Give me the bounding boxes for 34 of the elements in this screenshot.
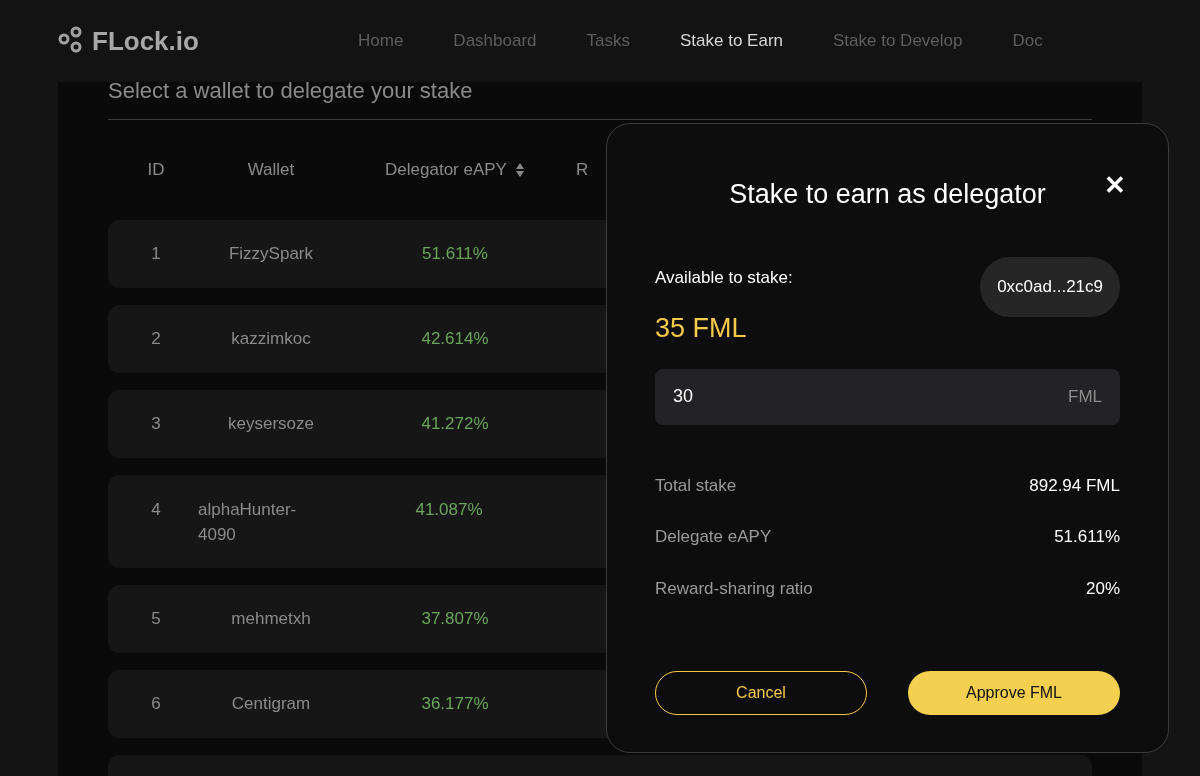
eapy-cell-text: 42.614% bbox=[420, 328, 490, 351]
stat-value: 20% bbox=[1085, 577, 1120, 600]
eapy-cell-text: 41.272% bbox=[420, 413, 490, 436]
column-header: ID bbox=[147, 159, 165, 182]
column-header: R bbox=[576, 160, 589, 180]
eapy-cell-text: 41.087% bbox=[414, 499, 484, 521]
id-cell-text: 2 bbox=[150, 328, 162, 351]
id-cell-text: 6 bbox=[150, 693, 162, 716]
input-value: 30 bbox=[673, 385, 694, 408]
stat-value: 892.94 FML bbox=[1029, 474, 1120, 497]
id-cell-text: 3 bbox=[150, 413, 162, 436]
stat-label: Total stake bbox=[655, 474, 737, 497]
wallet-cell-text: kazzimkoc bbox=[230, 328, 312, 351]
eapy-cell-text: 36.177% bbox=[420, 693, 490, 716]
logo-text: FLock.io bbox=[92, 24, 199, 58]
wallet-cell-text: Centigram bbox=[230, 693, 312, 716]
stat-value: 51.611% bbox=[1054, 526, 1120, 548]
unit-label: FML bbox=[1068, 385, 1102, 408]
stat-label: Delegate eAPY bbox=[655, 526, 772, 548]
column-header: Delegator eAPY bbox=[385, 159, 507, 182]
available-label: Available to stake: bbox=[655, 266, 793, 289]
column-header: Wallet bbox=[247, 159, 295, 182]
id-cell-text: 1 bbox=[150, 243, 162, 266]
wallet-cell-text: alphaHunter-4090 bbox=[198, 499, 298, 546]
wallet-cell-text: keysersoze bbox=[227, 413, 315, 436]
available-amount: 35 FML bbox=[655, 312, 748, 345]
section-title: Select a wallet to delegate your stake bbox=[108, 82, 1092, 120]
stat-label: Reward-sharing ratio bbox=[655, 577, 813, 600]
modal-title: Stake to earn as delegator bbox=[729, 178, 1046, 211]
id-cell-text: 5 bbox=[150, 608, 162, 631]
wallet-cell-text: mehmetxh bbox=[230, 608, 312, 631]
wallet-cell-text: FizzySpark bbox=[227, 243, 315, 266]
eapy-cell-text: 37.807% bbox=[420, 608, 490, 631]
eapy-cell-text: 51.611% bbox=[421, 243, 489, 266]
